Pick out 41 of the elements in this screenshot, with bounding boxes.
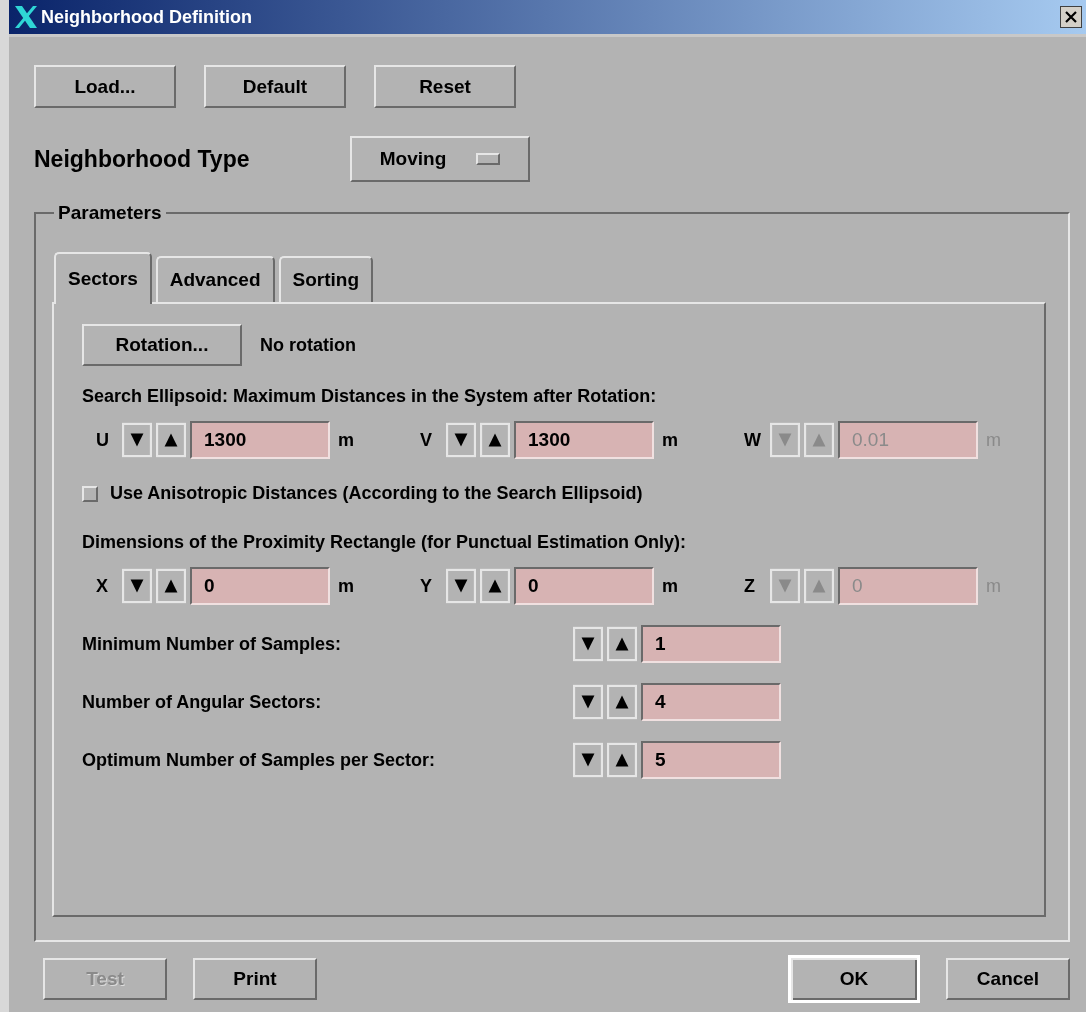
tab[interactable]: Sorting: [278, 256, 373, 302]
dialog-button[interactable]: Print: [193, 958, 317, 1000]
section-heading: Search Ellipsoid: Maximum Distances in the System after Rotation:: [82, 386, 658, 407]
x-logo-icon: [13, 4, 39, 30]
dialog-button[interactable]: Cancel: [946, 958, 1070, 1000]
section-heading: Dimensions of the Proximity Rectangle (for Punctual Estimation Only):: [82, 532, 688, 553]
dialog-button[interactable]: Reset: [374, 65, 516, 108]
tab[interactable]: Sectors: [54, 252, 152, 304]
unit-label: m: [662, 429, 678, 451]
axis-label: W: [744, 429, 762, 451]
field-label: Optimum Number of Samples per Sector:: [82, 749, 437, 771]
dimension-field[interactable]: 0: [190, 567, 330, 605]
dialog-button[interactable]: OK: [788, 955, 920, 1003]
option-indicator-icon: [476, 153, 501, 165]
window-title: Neighborhood Definition: [41, 6, 253, 28]
number-field[interactable]: 5: [641, 741, 781, 779]
rotation-button[interactable]: Rotation...: [82, 324, 242, 366]
axis-label: Z: [744, 575, 756, 597]
unit-label: m: [662, 575, 678, 597]
distance-field[interactable]: 1300: [190, 421, 330, 459]
unit-label: m: [338, 429, 354, 451]
close-icon[interactable]: [1060, 6, 1082, 28]
rotation-value: No rotation: [260, 334, 356, 356]
field-label: Number of Angular Sectors:: [82, 691, 323, 713]
axis-label: V: [420, 429, 433, 451]
neighborhood-type-label: Neighborhood Type: [34, 145, 251, 173]
distance-field[interactable]: 1300: [514, 421, 654, 459]
axis-label: U: [96, 429, 110, 451]
axis-label: X: [96, 575, 109, 597]
number-field[interactable]: 1: [641, 625, 781, 663]
field-label: Minimum Number of Samples:: [82, 633, 343, 655]
neighborhood-type-dropdown[interactable]: Moving: [350, 136, 530, 182]
axis-label: Y: [420, 575, 433, 597]
dialog-button[interactable]: Load...: [34, 65, 176, 108]
dimension-field[interactable]: 0: [514, 567, 654, 605]
unit-label: m: [338, 575, 354, 597]
dialog-button[interactable]: Default: [204, 65, 346, 108]
tab[interactable]: Advanced: [155, 256, 275, 302]
checkbox-label: Use Anisotropic Distances (According to the Search Ellipsoid): [110, 483, 643, 504]
number-field[interactable]: 4: [641, 683, 781, 721]
checkbox[interactable]: [82, 485, 98, 502]
